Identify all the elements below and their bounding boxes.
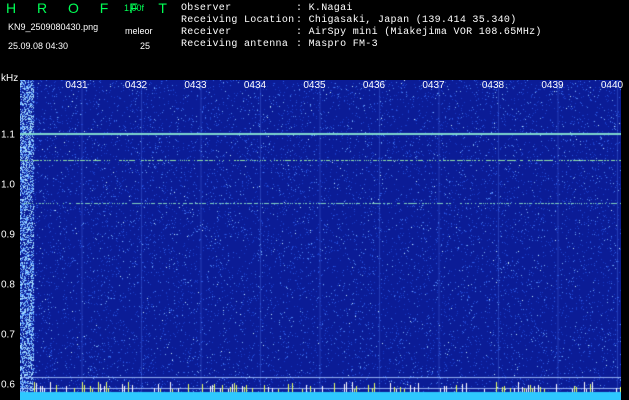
time-tick-label: 0433 [184,80,207,91]
time-tick-label: 0432 [124,80,148,91]
info-value-observer: : K.Nagai [296,3,353,14]
spectrogram-canvas [20,80,621,400]
frequency-tick-label: 1.0 [1,179,15,191]
meleor-label: meleor [125,26,153,36]
info-label-observer: Observer [181,3,232,14]
y-unit-label: kHz [1,73,19,84]
frequency-tick-label: 0.7 [1,329,15,341]
info-label-antenna: Receiving antenna [181,39,289,50]
frequency-tick-label: 0.9 [1,229,15,241]
spectrogram [20,80,621,400]
time-tick-label: 0437 [422,80,445,91]
frequency-tick-label: 0.6 [1,379,15,391]
info-label-location: Receiving Location [181,15,295,26]
date-time: 25.09.08 04:30 [8,41,69,51]
time-tick-label: 0436 [362,80,386,91]
app-version: 1.00f [124,3,145,13]
info-value-location: : Chigasaki, Japan (139.414 35.340) [296,15,517,26]
info-value-antenna: : Maspro FM-3 [296,39,378,50]
time-tick-label: 0440 [600,80,624,91]
time-tick-label: 0434 [243,80,267,91]
info-value-receiver: : AirSpy mini (Miakejima VOR 108.65MHz) [296,27,542,38]
time-tick-label: 0431 [65,80,88,91]
time-tick-label: 0435 [303,80,326,91]
time-tick-label: 0438 [481,80,505,91]
file-name: KN9_2509080430.png [8,22,99,32]
frequency-tick-label: 0.8 [1,279,15,291]
time-tick-label: 0439 [541,80,564,91]
app-name: H R O F F T [6,0,176,16]
frequency-tick-label: 1.1 [1,129,15,141]
meleor-count: 25 [140,41,151,51]
info-label-receiver: Receiver [181,27,232,38]
